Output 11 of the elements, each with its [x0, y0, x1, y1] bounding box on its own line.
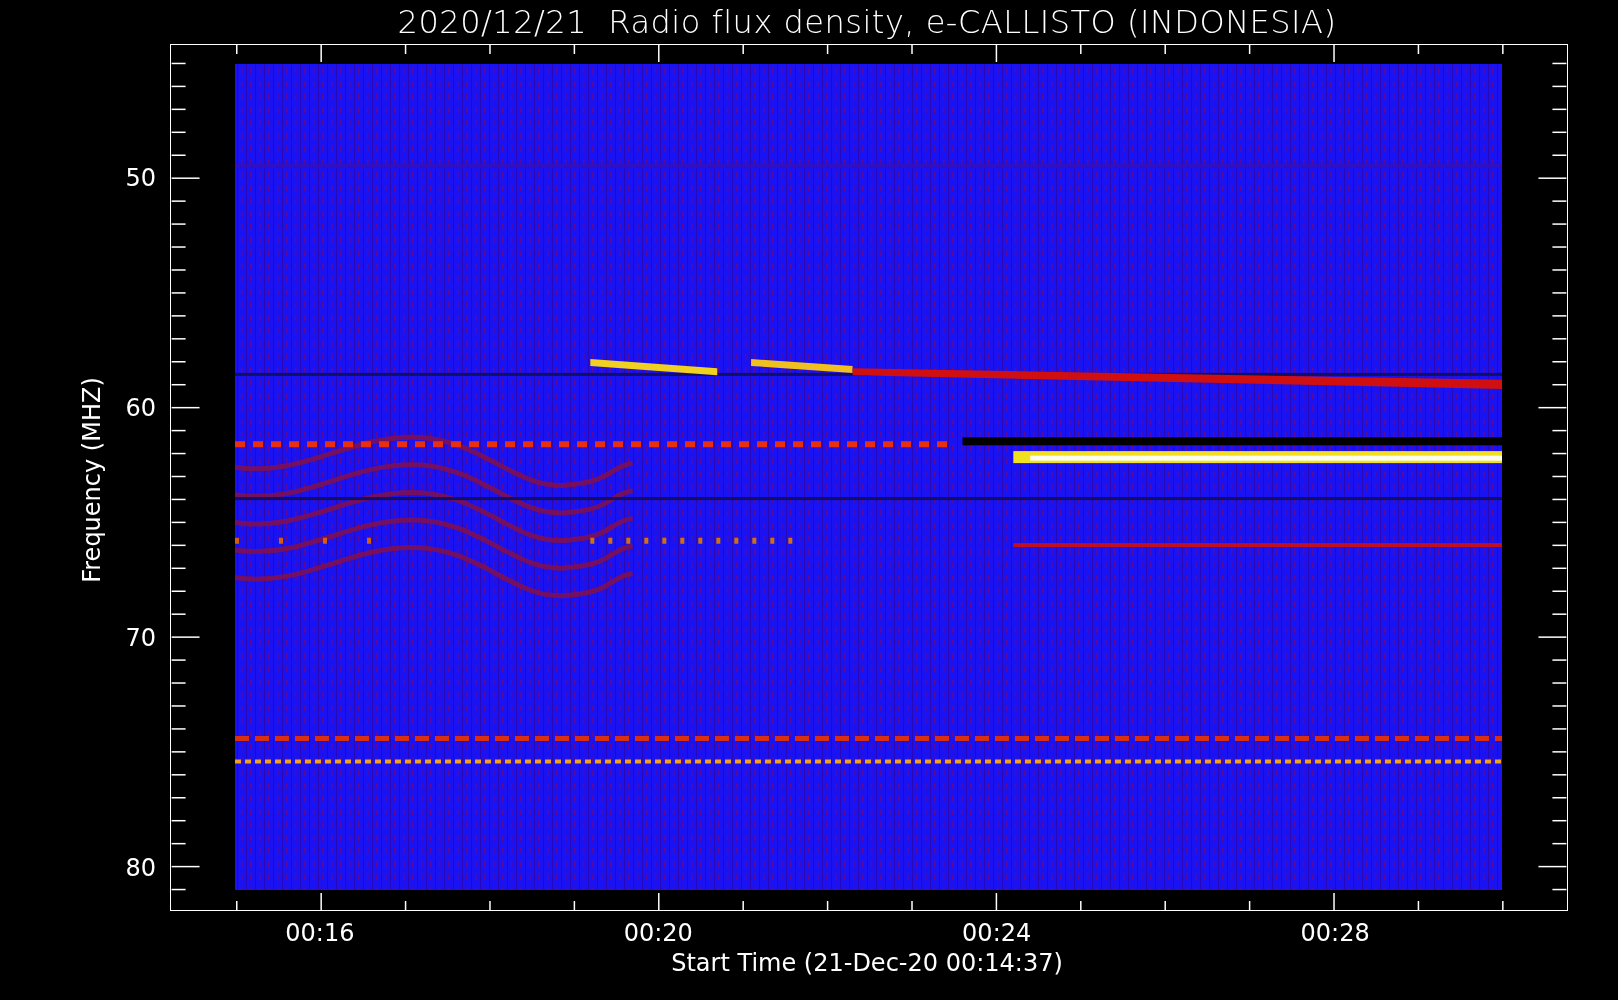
y-axis-label: Frequency (MHZ) — [78, 377, 106, 583]
y-tick-label: 50 — [125, 165, 156, 190]
chart-title: 2020/12/21 Radio flux density, e-CALLISTO (INDONESIA) — [397, 6, 1337, 38]
x-tick-label: 00:16 — [285, 921, 355, 945]
y-tick-label: 70 — [125, 625, 156, 650]
y-tick-label: 60 — [125, 395, 156, 420]
x-tick-label: 00:20 — [623, 921, 693, 945]
x-tick-label: 00:28 — [1300, 921, 1370, 945]
x-axis-label: Start Time (21-Dec-20 00:14:37) — [671, 951, 1063, 975]
x-tick-label: 00:24 — [962, 921, 1032, 945]
y-tick-label: 80 — [125, 855, 156, 880]
